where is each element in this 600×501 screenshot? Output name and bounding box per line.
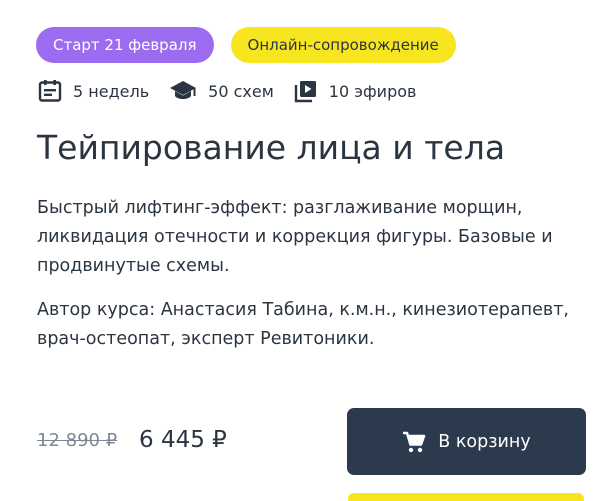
course-badges: Старт 21 февраля Онлайн-сопровождение [36, 27, 456, 63]
meta-streams-label: 10 эфиров [328, 81, 417, 101]
course-author: Автор курса: Анастасия Табина, к.м.н., к… [37, 300, 569, 349]
course-title: Тейпирование лица и тела [37, 128, 506, 167]
graduation-cap-icon [169, 80, 197, 102]
calendar-icon [38, 79, 62, 103]
meta-weeks-label: 5 недель [73, 81, 150, 101]
course-meta: 5 недель 50 схем 10 эфиров [38, 79, 416, 103]
format-badge: Онлайн-сопровождение [230, 27, 456, 63]
meta-streams: 10 эфиров [294, 79, 417, 103]
cart-icon [402, 430, 426, 454]
course-description: Быстрый лифтинг-эффект: разглаживание мо… [37, 198, 553, 276]
secondary-button-edge[interactable] [348, 493, 584, 501]
meta-weeks: 5 недель [38, 79, 149, 103]
current-price: 6 445 ₽ [139, 427, 227, 453]
old-price: 12 890 ₽ [37, 430, 118, 451]
meta-schemes: 50 схем [169, 80, 274, 102]
meta-schemes-label: 50 схем [208, 81, 274, 101]
video-library-icon [294, 79, 318, 103]
add-to-cart-label: В корзину [438, 431, 531, 452]
add-to-cart-button[interactable]: В корзину [347, 408, 586, 475]
start-date-badge: Старт 21 февраля [36, 27, 214, 63]
